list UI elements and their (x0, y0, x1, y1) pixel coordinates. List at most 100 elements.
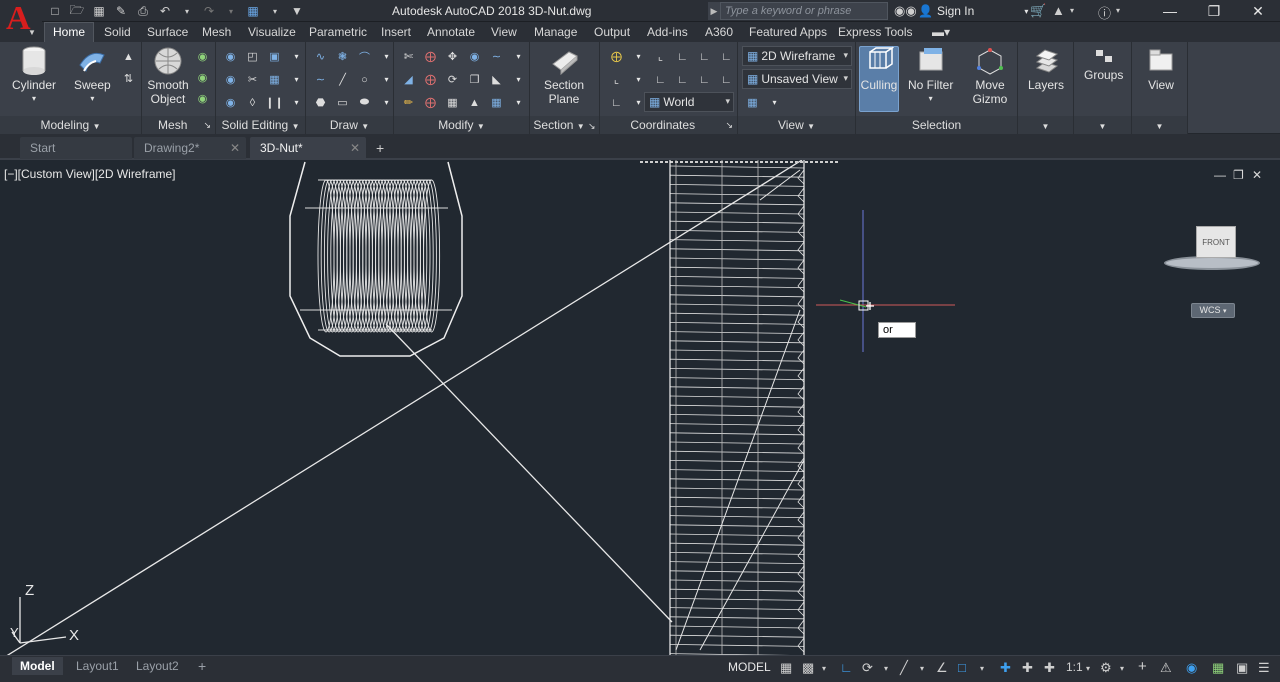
ucs-x-icon[interactable]: ∟ (674, 48, 691, 65)
layout-tab-layout1[interactable]: Layout1 (68, 657, 127, 675)
minimize-button[interactable]: — (1148, 0, 1192, 22)
panel-expand-groups[interactable]: ▼ (1074, 116, 1131, 134)
layout-tab-model[interactable]: Model (12, 657, 63, 675)
intersect-icon[interactable]: ◉ (222, 94, 239, 111)
viewport-close-icon[interactable]: ✕ (1252, 168, 1262, 182)
chevron-down-icon[interactable]: ▾ (884, 664, 888, 673)
panel-title-view[interactable]: View ▼ (738, 116, 855, 134)
smooth-object-button[interactable]: Smooth Object (147, 46, 189, 106)
imprint-icon[interactable]: ◊ (244, 94, 261, 111)
redo-icon[interactable]: ↷ (200, 3, 218, 19)
cylinder-button[interactable]: Cylinder ▾ (12, 46, 56, 106)
panel-title-modeling[interactable]: Modeling ▼ (0, 116, 141, 134)
line-icon[interactable]: ╱ (334, 71, 351, 88)
new-tab-plus-icon[interactable]: + (376, 140, 384, 156)
object-snap-tracking-icon[interactable]: ∠ (936, 660, 948, 676)
add-layout-plus-icon[interactable]: + (190, 656, 214, 674)
ucs-face-icon[interactable]: ∟ (608, 94, 625, 111)
no-filter-button[interactable]: No Filter ▾ (908, 46, 953, 106)
annotation-monitor-icon[interactable]: ⚠ (1160, 660, 1172, 676)
view-tools-button[interactable]: View (1144, 46, 1178, 92)
panel-title-solid-editing[interactable]: Solid Editing ▼ (216, 116, 305, 134)
dynamic-input-field[interactable]: or (878, 322, 916, 338)
save-as-icon[interactable]: ✎ (112, 3, 130, 19)
move-3d-icon[interactable]: ⨁ (422, 48, 439, 65)
viewport-controls-label[interactable]: [−][Custom View][2D Wireframe] (4, 167, 176, 181)
panel-title-coordinates[interactable]: Coordinates ↘ (600, 116, 737, 134)
hardware-acceleration-icon[interactable]: ▦ (1212, 660, 1224, 676)
snap-icon[interactable]: ▩ (802, 660, 814, 676)
close-button[interactable]: ✕ (1236, 0, 1280, 22)
chevron-down-icon[interactable]: ▾ (288, 48, 305, 65)
chevron-down-icon[interactable]: ▾ (630, 48, 647, 65)
named-view-dropdown[interactable]: ▦ Unsaved View ▾ (742, 69, 852, 89)
ellipse-icon[interactable]: ⬬ (356, 94, 373, 111)
tab-a360[interactable]: A360 (705, 25, 733, 39)
scale-label[interactable]: 1:1 (1066, 660, 1083, 674)
ucs-3point-icon[interactable]: ∟ (674, 71, 691, 88)
panel-title-modify[interactable]: Modify ▼ (394, 116, 529, 134)
chevron-down-icon[interactable]: ▾ (288, 71, 305, 88)
array-3d-icon[interactable]: ▦ (488, 94, 505, 111)
tab-surface[interactable]: Surface (147, 25, 188, 39)
array-icon[interactable]: ◣ (488, 71, 505, 88)
a360-dropdown-icon[interactable]: ▾ (1070, 6, 1074, 15)
add-scale-plus-icon[interactable]: + (1138, 658, 1147, 675)
separate-icon[interactable]: ❙❙ (265, 94, 283, 111)
chevron-down-icon[interactable]: ▾ (766, 94, 783, 111)
thicken-icon[interactable]: ▣ (266, 48, 283, 65)
chevron-down-icon[interactable]: ▾ (822, 664, 826, 673)
polyline-icon[interactable]: ∿ (312, 48, 329, 65)
ucs-world-icon[interactable]: ⌞ (652, 48, 669, 65)
chevron-down-icon[interactable]: ▾ (980, 664, 984, 673)
panel-expand-view[interactable]: ▼ (1132, 116, 1187, 134)
layers-button[interactable]: Layers (1028, 46, 1064, 92)
ucs-y-icon[interactable]: ∟ (696, 48, 713, 65)
search-expand-icon[interactable]: ▶ (708, 2, 720, 20)
culling-button[interactable]: Culling (859, 46, 899, 92)
ucs-z-icon[interactable]: ∟ (718, 48, 735, 65)
panel-title-mesh[interactable]: Mesh ↘ (142, 116, 215, 134)
clean-screen-icon[interactable]: ▣ (1236, 660, 1248, 676)
ucs-object-icon[interactable]: ∟ (718, 71, 735, 88)
workspace-dropdown-icon[interactable]: ▾ (266, 3, 284, 19)
arc-icon[interactable]: ⌒ (356, 48, 373, 65)
ortho-icon[interactable]: ∟ (840, 660, 853, 675)
tab-add-ins[interactable]: Add-ins (647, 25, 688, 39)
chevron-down-icon[interactable]: ▾ (1120, 664, 1124, 673)
open-icon[interactable]: 🗁 (68, 3, 86, 19)
workspace-gear-icon[interactable]: ⚙ (1100, 660, 1112, 676)
union-icon[interactable]: ◉ (222, 48, 239, 65)
chevron-down-icon[interactable]: ▾ (510, 48, 527, 65)
chevron-down-icon[interactable]: ▾ (630, 71, 647, 88)
redo-dropdown-icon[interactable]: ▾ (222, 3, 240, 19)
visual-style-dropdown[interactable]: ▦ 2D Wireframe ▾ (742, 46, 852, 66)
layout-tab-layout2[interactable]: Layout2 (128, 657, 187, 675)
annotation-autoscale-icon[interactable]: ✚ (1022, 660, 1033, 676)
plot-icon[interactable]: ⎙ (134, 3, 152, 19)
workspace-icon[interactable]: ▦ (244, 3, 262, 19)
slice-icon[interactable]: ◰ (244, 48, 261, 65)
mesh-box-icon[interactable]: ◉ (194, 48, 211, 65)
wcs-menu[interactable]: WCS ▾ (1191, 303, 1235, 318)
search-input[interactable]: Type a keyword or phrase (720, 2, 888, 20)
ucs-world-dropdown[interactable]: ▦ World ▾ (644, 92, 734, 112)
move-gizmo-button[interactable]: Move Gizmo (970, 46, 1010, 106)
close-icon[interactable]: ✕ (230, 141, 240, 155)
isolate-objects-icon[interactable]: ◉ (1186, 660, 1197, 676)
scale-3d-icon[interactable]: ⨁ (422, 94, 439, 111)
chevron-down-icon[interactable]: ▾ (510, 94, 527, 111)
customize-qat-icon[interactable]: ▼ (288, 3, 306, 19)
rotate-3d-icon[interactable]: ⨁ (422, 71, 439, 88)
viewport-minimize-icon[interactable]: — (1214, 168, 1226, 182)
presspull-icon[interactable]: ⇅ (120, 70, 137, 87)
scale-icon[interactable]: ▲ (466, 94, 483, 111)
ucs-view-icon[interactable]: ⌞ (608, 71, 625, 88)
chevron-down-icon[interactable]: ▾ (920, 664, 924, 673)
chevron-down-icon[interactable]: ▾ (378, 71, 395, 88)
grid-icon[interactable]: ▦ (780, 660, 792, 676)
rectangle-icon[interactable]: ▭ (334, 94, 351, 111)
chevron-down-icon[interactable]: ▾ (378, 48, 395, 65)
chevron-down-icon[interactable]: ▾ (1086, 664, 1090, 673)
stretch-icon[interactable]: ▦ (444, 94, 461, 111)
